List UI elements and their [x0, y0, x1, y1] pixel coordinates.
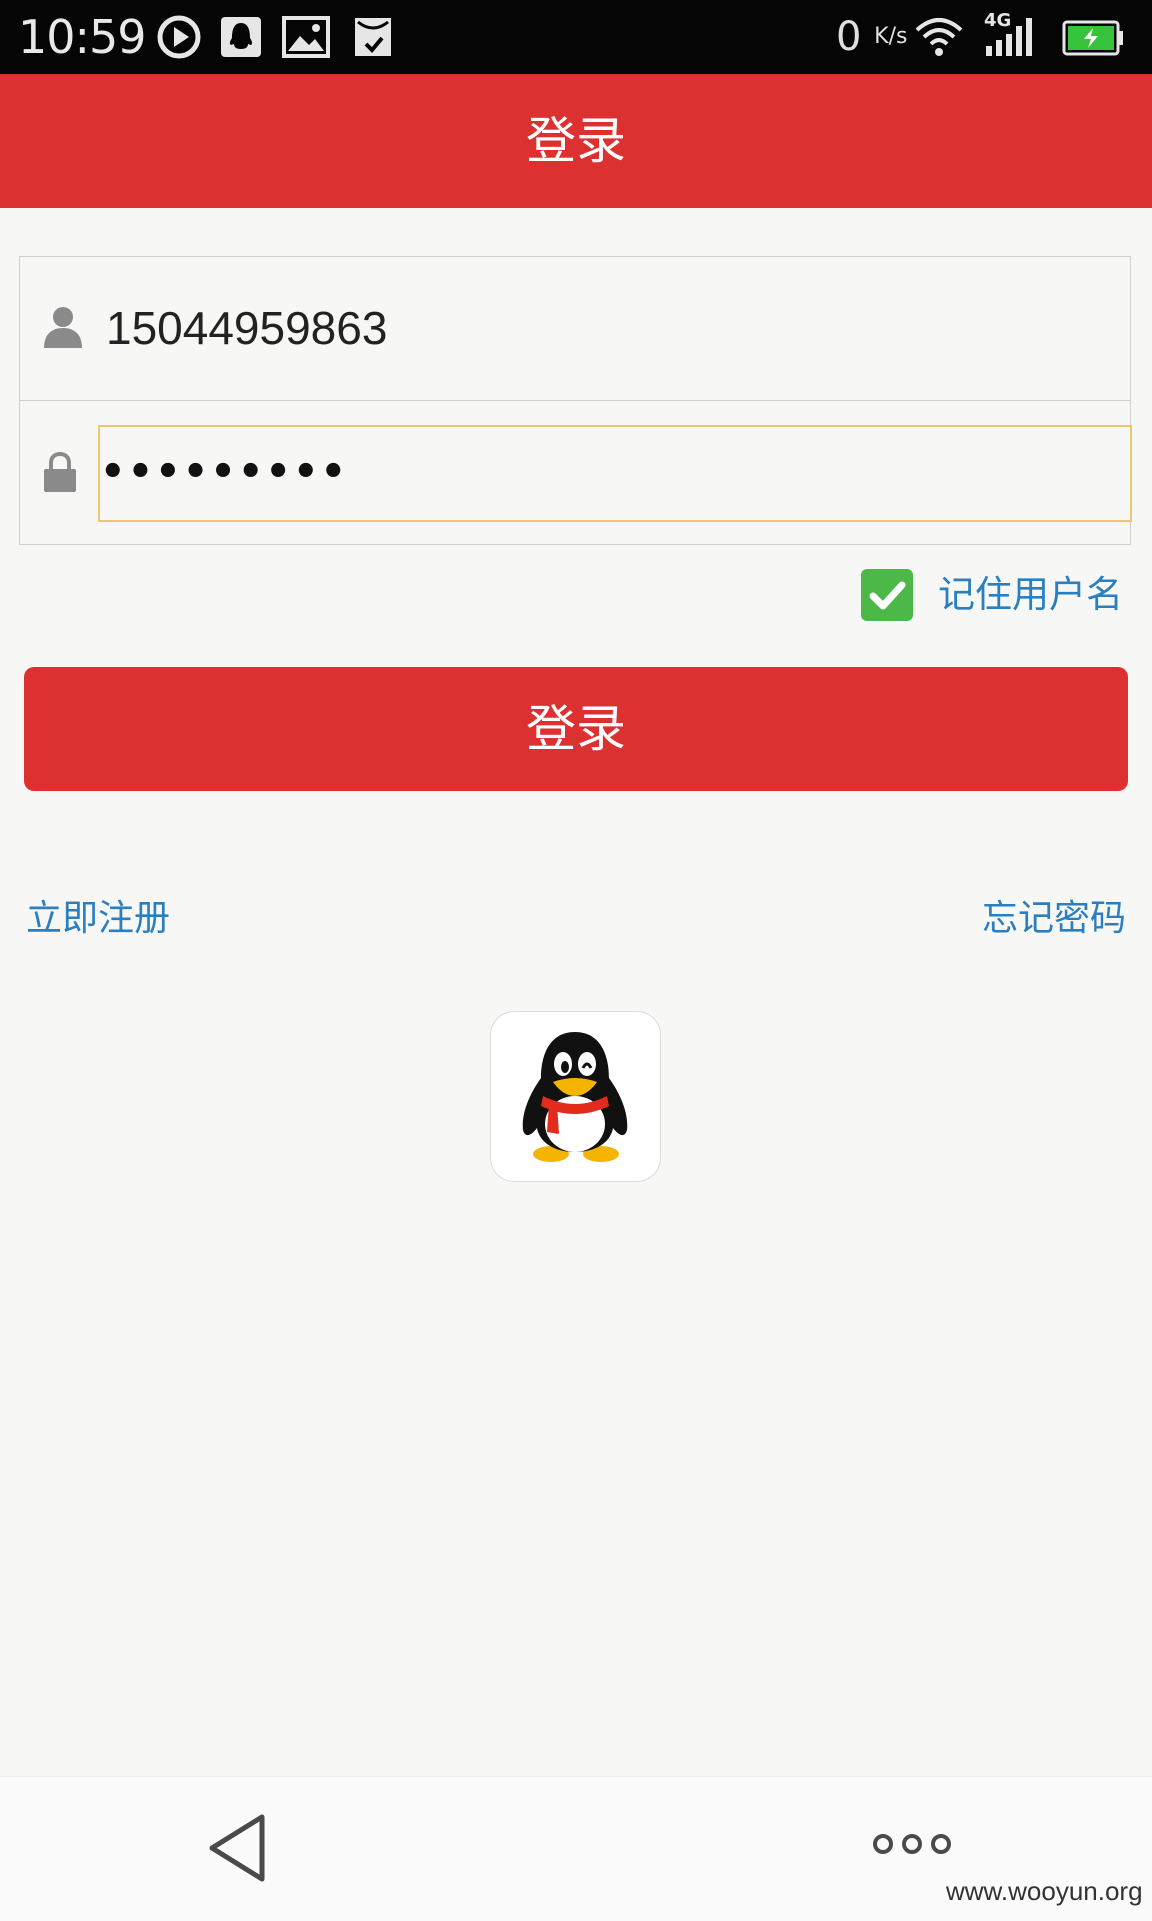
user-icon: [44, 307, 82, 348]
status-bar: 10:59 0 K/s 4G: [0, 0, 1152, 74]
check-icon: [869, 581, 906, 610]
watermark: www.wooyun.org: [946, 1876, 1143, 1906]
remember-label[interactable]: 记住用户名: [938, 569, 1123, 621]
register-link[interactable]: 立即注册: [26, 893, 170, 945]
qq-notify-icon: [221, 17, 261, 57]
page-title: 登录: [526, 112, 626, 170]
signal-icon: 4G: [984, 12, 1044, 58]
image-icon: [282, 16, 330, 58]
lock-icon: [44, 452, 76, 492]
password-mask: •••••••••: [100, 449, 349, 495]
net-speed-value: 0: [836, 14, 862, 60]
shopping-bag-icon: [355, 18, 391, 56]
login-button[interactable]: 登录: [24, 667, 1128, 791]
wifi-icon: [915, 18, 963, 56]
qq-login-button[interactable]: [490, 1011, 661, 1182]
back-icon[interactable]: [206, 1813, 268, 1883]
login-button-label: 登录: [526, 700, 626, 758]
username-field[interactable]: 15044959863: [106, 296, 387, 360]
qq-penguin-icon: [522, 1032, 628, 1162]
play-circle-icon: [157, 15, 201, 59]
forgot-password-link[interactable]: 忘记密码: [982, 893, 1126, 945]
remember-checkbox[interactable]: [861, 569, 913, 621]
battery-charging-icon: [1062, 20, 1123, 56]
more-icon[interactable]: [870, 1831, 954, 1857]
net-speed: 0 K/s: [836, 12, 907, 62]
form-divider: [19, 400, 1131, 401]
net-speed-unit: K/s: [874, 24, 908, 49]
app-header: 登录: [0, 74, 1152, 208]
status-time: 10:59: [18, 10, 147, 64]
